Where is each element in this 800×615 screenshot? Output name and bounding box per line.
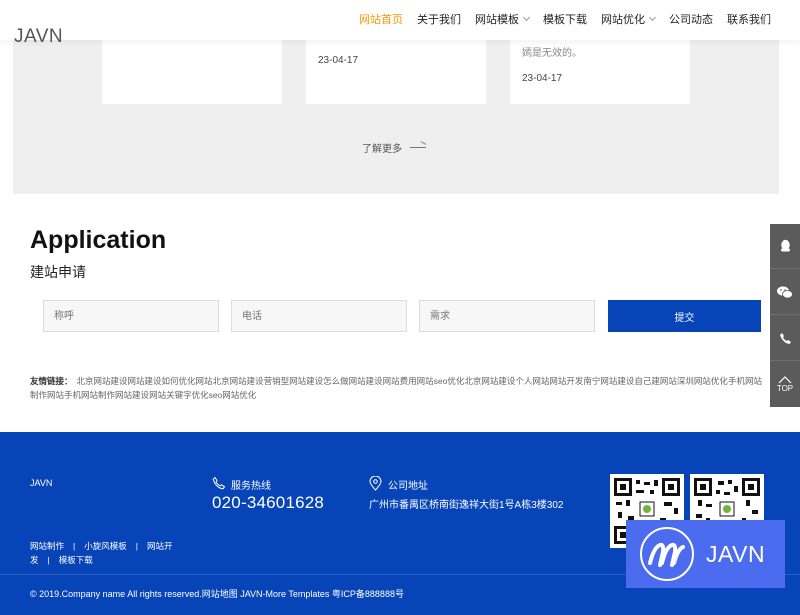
- learn-more-link[interactable]: 了解更多: [362, 140, 426, 155]
- divider: |: [47, 555, 50, 565]
- footer-links: 网站制作 | 小旋风模板 | 网站开发 | 模板下载: [30, 539, 200, 567]
- news-section: 23-04-17 嫣是无效的。 23-04-17 了解更多: [13, 40, 779, 194]
- top-label: TOP: [776, 384, 794, 393]
- floating-contact-bar: TOP: [770, 224, 800, 407]
- friend-link[interactable]: 南宁网站建设: [583, 376, 634, 386]
- news-excerpt: 嫣是无效的。: [522, 48, 582, 59]
- wechat-button[interactable]: [770, 270, 800, 315]
- brand-logo-icon: [640, 527, 694, 581]
- application-title: Application: [30, 226, 167, 254]
- chevron-up-icon: [778, 376, 792, 384]
- nav-label: 网站优化: [601, 14, 645, 26]
- hotline-label: 服务热线: [231, 481, 271, 492]
- friend-link[interactable]: 网站建设: [115, 390, 149, 400]
- submit-button[interactable]: 提交: [608, 300, 761, 332]
- phone-button[interactable]: [770, 316, 800, 361]
- friend-link[interactable]: 自己建网站: [634, 376, 677, 386]
- friend-link[interactable]: 北京网站建设: [213, 376, 264, 386]
- nav-label: 网站首页: [359, 14, 403, 26]
- page: JAVN 网站首页 关于我们 网站模板 模板下载 网站优化 公司动态 联系我们 …: [0, 0, 800, 615]
- divider: |: [135, 541, 138, 551]
- main-nav: 网站首页 关于我们 网站模板 模板下载 网站优化 公司动态 联系我们: [352, 0, 778, 38]
- divider: |: [73, 541, 76, 551]
- friend-links-label: 友情链接：: [30, 376, 73, 386]
- footer-link-download[interactable]: 模板下载: [59, 555, 93, 565]
- footer-link-template[interactable]: 小旋风模板: [84, 541, 127, 551]
- friend-link[interactable]: 网站费用: [383, 376, 417, 386]
- learn-more-label: 了解更多: [362, 144, 402, 155]
- nav-label: 网站模板: [475, 14, 519, 26]
- nav-label: 联系我们: [727, 14, 771, 26]
- name-field[interactable]: [43, 300, 219, 332]
- friend-link[interactable]: seo网站优化: [209, 390, 257, 400]
- requirement-field[interactable]: [419, 300, 595, 332]
- news-date: 23-04-17: [522, 73, 563, 84]
- nav-label: 关于我们: [417, 14, 461, 26]
- phone-icon: [779, 332, 791, 344]
- nav-item-news[interactable]: 公司动态: [662, 11, 720, 27]
- application-subtitle: 建站申请: [30, 264, 86, 280]
- news-card[interactable]: [102, 40, 282, 104]
- friend-link[interactable]: 怎么做网站建设: [323, 376, 383, 386]
- phone-field[interactable]: [231, 300, 407, 332]
- friend-link[interactable]: 网站关键字优化: [149, 390, 209, 400]
- qq-icon: [780, 239, 790, 252]
- friend-link[interactable]: 网站建设如何优化: [128, 376, 196, 386]
- friend-links: 友情链接： 北京网站建设网站建设如何优化网站北京网站建设营销型网站建设怎么做网站建…: [30, 374, 765, 402]
- footer-link-site-building[interactable]: 网站制作: [30, 541, 64, 551]
- nav-item-download[interactable]: 模板下载: [536, 11, 594, 27]
- copyright: © 2019.Company name All rights reserved.…: [30, 589, 404, 599]
- friend-link[interactable]: 个人网站: [515, 376, 549, 386]
- friend-link[interactable]: 营销型网站建设: [264, 376, 324, 386]
- phone-icon: [212, 476, 226, 490]
- badge-text: JAVN: [706, 540, 766, 567]
- chevron-down-icon: [648, 13, 657, 22]
- brand-badge: JAVN: [626, 520, 785, 588]
- news-card[interactable]: 嫣是无效的。 23-04-17: [510, 40, 690, 104]
- arrow-right-icon: [410, 147, 426, 148]
- wechat-icon: [777, 285, 793, 298]
- news-card[interactable]: 23-04-17: [306, 40, 486, 104]
- friend-link[interactable]: 网站: [196, 376, 213, 386]
- nav-item-home[interactable]: 网站首页: [352, 11, 410, 27]
- nav-item-templates[interactable]: 网站模板: [468, 11, 536, 27]
- friend-link[interactable]: 北京网站建设: [464, 376, 515, 386]
- location-icon: [369, 476, 382, 491]
- friend-link[interactable]: 网站: [47, 390, 64, 400]
- news-date: 23-04-17: [318, 55, 359, 66]
- chevron-down-icon: [522, 13, 531, 22]
- nav-item-seo[interactable]: 网站优化: [594, 11, 662, 27]
- footer-brand: JAVN: [30, 478, 53, 488]
- company-address: 广州市番禺区桥南街逸祥大街1号A栋3楼302: [369, 500, 564, 511]
- friend-link[interactable]: 北京网站建设: [77, 376, 128, 386]
- nav-item-contact[interactable]: 联系我们: [720, 11, 778, 27]
- back-to-top-button[interactable]: TOP: [770, 362, 800, 407]
- friend-link[interactable]: 手机网站制作: [64, 390, 115, 400]
- friend-link[interactable]: 深圳网站优化: [677, 376, 728, 386]
- nav-label: 模板下载: [543, 14, 587, 26]
- hotline-number: 020-34601628: [212, 493, 325, 512]
- site-header: JAVN 网站首页 关于我们 网站模板 模板下载 网站优化 公司动态 联系我们: [0, 0, 800, 47]
- qq-button[interactable]: [770, 224, 800, 269]
- friend-link[interactable]: 网站开发: [549, 376, 583, 386]
- nav-item-about[interactable]: 关于我们: [410, 11, 468, 27]
- address-label: 公司地址: [388, 481, 428, 492]
- nav-label: 公司动态: [669, 14, 713, 26]
- site-logo[interactable]: JAVN: [14, 26, 63, 48]
- friend-link[interactable]: 网站seo优化: [417, 376, 465, 386]
